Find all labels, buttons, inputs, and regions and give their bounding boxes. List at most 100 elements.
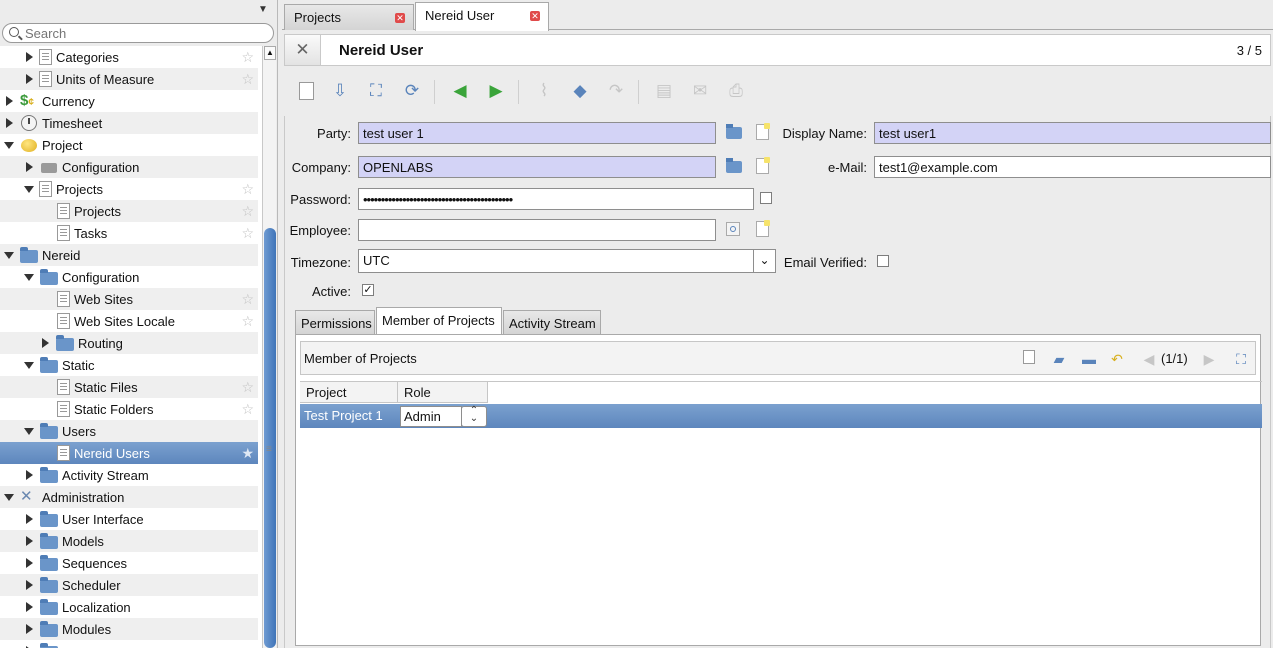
search-record-icon[interactable] bbox=[726, 124, 742, 139]
company-field[interactable]: OPENLABS bbox=[358, 156, 716, 178]
expand-icon[interactable] bbox=[2, 96, 16, 106]
party-field[interactable]: test user 1 bbox=[358, 122, 716, 144]
favorite-star-icon[interactable]: ☆ bbox=[241, 313, 254, 330]
new-icon[interactable] bbox=[1019, 349, 1039, 369]
tree-item-web-sites-locale[interactable]: Web Sites Locale ☆ bbox=[0, 310, 258, 332]
new-icon[interactable] bbox=[294, 78, 318, 104]
favorite-star-icon[interactable]: ☆ bbox=[241, 401, 254, 418]
tree-item-modules[interactable]: Modules bbox=[0, 618, 258, 640]
tree-item-scheduler[interactable]: Scheduler bbox=[0, 574, 258, 596]
tree-item-static-folders[interactable]: Static Folders ☆ bbox=[0, 398, 258, 420]
tab-nereid-user[interactable]: Nereid User ✕ bbox=[415, 2, 549, 31]
previous-icon[interactable]: ◀ bbox=[448, 78, 472, 104]
collapse-icon[interactable] bbox=[22, 361, 36, 369]
switch-view-icon[interactable]: ⛶ bbox=[1231, 349, 1251, 369]
tree-item-activity-stream[interactable]: Activity Stream bbox=[0, 464, 258, 486]
tree-item-project[interactable]: Project bbox=[0, 134, 258, 156]
favorite-star-icon[interactable]: ☆ bbox=[241, 49, 254, 66]
collapse-icon[interactable] bbox=[2, 493, 16, 501]
password-field[interactable]: ••••••••••••••••••••••••••••••••••••••••… bbox=[358, 188, 754, 210]
tab-activity-stream[interactable]: Activity Stream bbox=[503, 310, 601, 334]
tree-item-web-sites[interactable]: Web Sites ☆ bbox=[0, 288, 258, 310]
tree-scrollbar[interactable]: ▲ bbox=[262, 46, 276, 648]
timezone-select[interactable]: UTC ⌄ bbox=[358, 249, 776, 273]
print-icon[interactable]: ⎙ bbox=[724, 78, 748, 104]
expand-icon[interactable] bbox=[22, 74, 36, 84]
employee-field[interactable] bbox=[358, 219, 716, 241]
tree-item-users[interactable]: Users bbox=[0, 420, 258, 442]
active-checkbox[interactable]: ✓ bbox=[362, 284, 374, 296]
expand-icon[interactable] bbox=[22, 624, 36, 634]
expand-icon[interactable] bbox=[22, 514, 36, 524]
email-verified-checkbox[interactable] bbox=[877, 255, 889, 267]
expand-icon[interactable] bbox=[22, 536, 36, 546]
tab-permissions[interactable]: Permissions bbox=[295, 310, 375, 334]
column-header-role[interactable]: Role bbox=[398, 382, 488, 403]
collapse-icon[interactable] bbox=[2, 141, 16, 149]
favorite-star-icon[interactable]: ☆ bbox=[241, 291, 254, 308]
reload-icon[interactable]: ⟳ bbox=[400, 78, 424, 104]
switch-view-icon[interactable]: ⛶ bbox=[364, 78, 388, 104]
sidebar-menu-arrow-icon[interactable]: ▼ bbox=[258, 4, 268, 15]
table-row[interactable]: Test Project 1 Admin ⌃ ⌄ bbox=[300, 404, 1262, 428]
tree-item-categories[interactable]: Categories ☆ bbox=[0, 46, 258, 68]
open-folder-icon[interactable]: ▰ bbox=[1049, 349, 1069, 369]
save-icon[interactable]: ⇩ bbox=[328, 78, 352, 104]
email-icon[interactable]: ✉ bbox=[688, 78, 712, 104]
relate-icon[interactable]: ↷ bbox=[604, 78, 628, 104]
tree-item-nereid-users[interactable]: Nereid Users ★ bbox=[0, 442, 258, 464]
tree-item-tasks[interactable]: Tasks ☆ bbox=[0, 222, 258, 244]
expand-icon[interactable] bbox=[22, 558, 36, 568]
chevron-down-icon[interactable]: ⌄ bbox=[753, 250, 775, 272]
column-header-project[interactable]: Project bbox=[300, 382, 398, 403]
tree-item-localization[interactable]: Localization bbox=[0, 596, 258, 618]
tree-item-currency[interactable]: $¢ Currency bbox=[0, 90, 258, 112]
favorite-star-icon[interactable]: ☆ bbox=[241, 203, 254, 220]
expand-icon[interactable] bbox=[22, 602, 36, 612]
new-record-icon[interactable] bbox=[756, 220, 770, 237]
tab-projects[interactable]: Projects ✕ bbox=[284, 4, 414, 30]
collapse-icon[interactable] bbox=[2, 251, 16, 259]
collapse-icon[interactable] bbox=[22, 273, 36, 281]
tree-item-projects[interactable]: Projects ☆ bbox=[0, 200, 258, 222]
report-icon[interactable]: ▤ bbox=[652, 78, 676, 104]
role-select[interactable]: Admin bbox=[400, 406, 462, 427]
tree-item-static-files[interactable]: Static Files ☆ bbox=[0, 376, 258, 398]
tree-item-sequences[interactable]: Sequences bbox=[0, 552, 258, 574]
scrollbar-thumb[interactable] bbox=[264, 228, 276, 648]
splitter-handle[interactable]: ≡ bbox=[266, 444, 272, 455]
favorite-star-icon[interactable]: ☆ bbox=[241, 181, 254, 198]
expand-icon[interactable] bbox=[2, 118, 16, 128]
tab-member-of-projects[interactable]: Member of Projects bbox=[376, 307, 502, 334]
new-record-icon[interactable] bbox=[756, 123, 770, 140]
scroll-up-icon[interactable]: ▲ bbox=[264, 46, 276, 60]
tree-item-models[interactable]: Models bbox=[0, 530, 258, 552]
tree-item-units-of-measure[interactable]: Units of Measure ☆ bbox=[0, 68, 258, 90]
search-record-icon[interactable] bbox=[726, 158, 742, 173]
wrench-icon[interactable]: ✕ bbox=[285, 35, 321, 65]
tree-item-project-configuration[interactable]: Configuration bbox=[0, 156, 258, 178]
up-down-arrows-icon[interactable]: ⌃ ⌄ bbox=[461, 406, 487, 427]
display-name-field[interactable]: test user1 bbox=[874, 122, 1271, 144]
show-password-checkbox[interactable] bbox=[760, 192, 772, 204]
tree-item-nereid[interactable]: Nereid bbox=[0, 244, 258, 266]
next-icon[interactable]: ▶ bbox=[484, 78, 508, 104]
favorite-star-icon[interactable]: ☆ bbox=[241, 71, 254, 88]
collapse-icon[interactable] bbox=[22, 185, 36, 193]
undo-icon[interactable]: ↶ bbox=[1107, 349, 1127, 369]
tree-item-routing[interactable]: Routing bbox=[0, 332, 258, 354]
action-icon[interactable]: ◆ bbox=[568, 78, 592, 104]
tree-item-user-interface[interactable]: User Interface bbox=[0, 508, 258, 530]
favorite-star-icon[interactable]: ☆ bbox=[241, 379, 254, 396]
expand-icon[interactable] bbox=[22, 470, 36, 480]
expand-icon[interactable] bbox=[38, 338, 52, 348]
new-record-icon[interactable] bbox=[756, 157, 770, 174]
tree-item-projects-group[interactable]: Projects ☆ bbox=[0, 178, 258, 200]
search-input[interactable] bbox=[25, 25, 265, 41]
close-icon[interactable]: ✕ bbox=[395, 13, 405, 23]
favorite-star-icon[interactable]: ★ bbox=[241, 445, 254, 462]
search-icon[interactable] bbox=[726, 222, 740, 236]
search-box[interactable] bbox=[2, 23, 274, 43]
tree-item-timesheet[interactable]: Timesheet bbox=[0, 112, 258, 134]
expand-icon[interactable] bbox=[22, 52, 36, 62]
